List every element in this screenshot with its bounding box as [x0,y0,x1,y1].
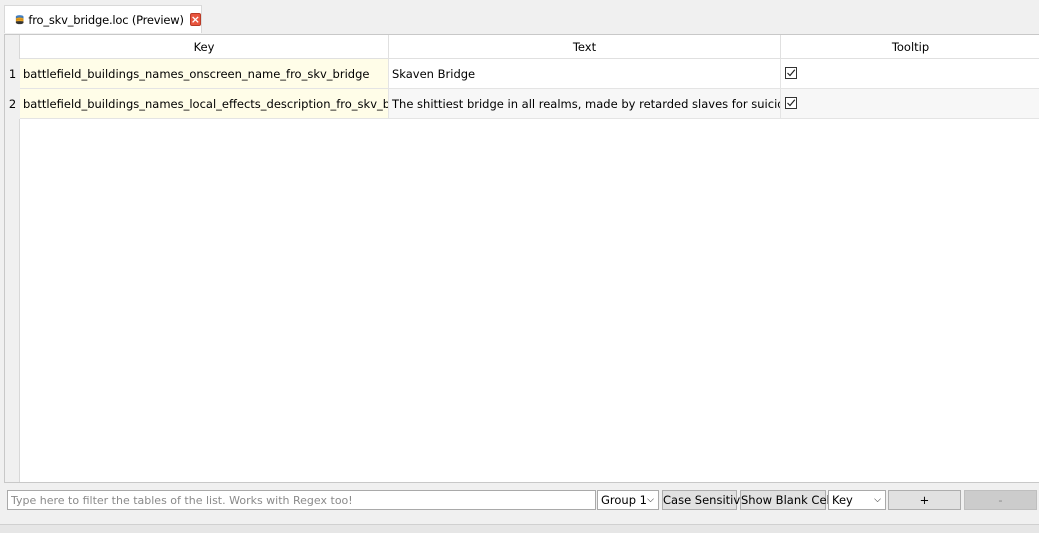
column-header-key[interactable]: Key [20,35,389,59]
tooltip-checkbox[interactable] [785,67,797,79]
tab-title: fro_skv_bridge.loc (Preview) [28,12,184,27]
data-table: Key Text Tooltip 1 battlefield_buildings… [4,34,1039,483]
table-cell-text[interactable]: The shittiest bridge in all realms, made… [389,89,781,119]
database-icon [15,15,24,25]
add-filter-button[interactable]: + [888,490,961,510]
table-cell-key[interactable]: battlefield_buildings_names_local_effect… [20,89,389,119]
table-cell-key[interactable]: battlefield_buildings_names_onscreen_nam… [20,59,389,89]
case-sensitive-button[interactable]: Case Sensitive [662,490,747,510]
row-number[interactable]: 1 [5,59,20,89]
table-cell-tooltip[interactable] [781,89,1039,119]
column-select-value: Key [832,493,853,507]
tab-bar: fro_skv_bridge.loc (Preview) × [0,0,1039,33]
filter-input[interactable] [7,490,596,510]
chevron-down-icon: ⌵ [874,495,881,505]
table-cell-tooltip[interactable] [781,59,1039,89]
column-header-tooltip[interactable]: Tooltip [781,35,1039,59]
group-select[interactable]: Group 1 ⌵ [597,490,659,510]
show-blank-cells-button[interactable]: Show Blank Cells [740,490,839,510]
close-icon[interactable]: × [189,13,201,26]
row-number[interactable]: 2 [5,89,20,119]
remove-filter-button[interactable]: - [964,490,1037,510]
tooltip-checkbox[interactable] [785,97,797,109]
chevron-down-icon: ⌵ [647,495,654,505]
group-select-value: Group 1 [601,493,647,507]
column-select[interactable]: Key ⌵ [828,490,886,510]
column-header-text[interactable]: Text [389,35,781,59]
table-cell-text[interactable]: Skaven Bridge [389,59,781,89]
tab-file-preview[interactable]: fro_skv_bridge.loc (Preview) × [4,5,202,33]
